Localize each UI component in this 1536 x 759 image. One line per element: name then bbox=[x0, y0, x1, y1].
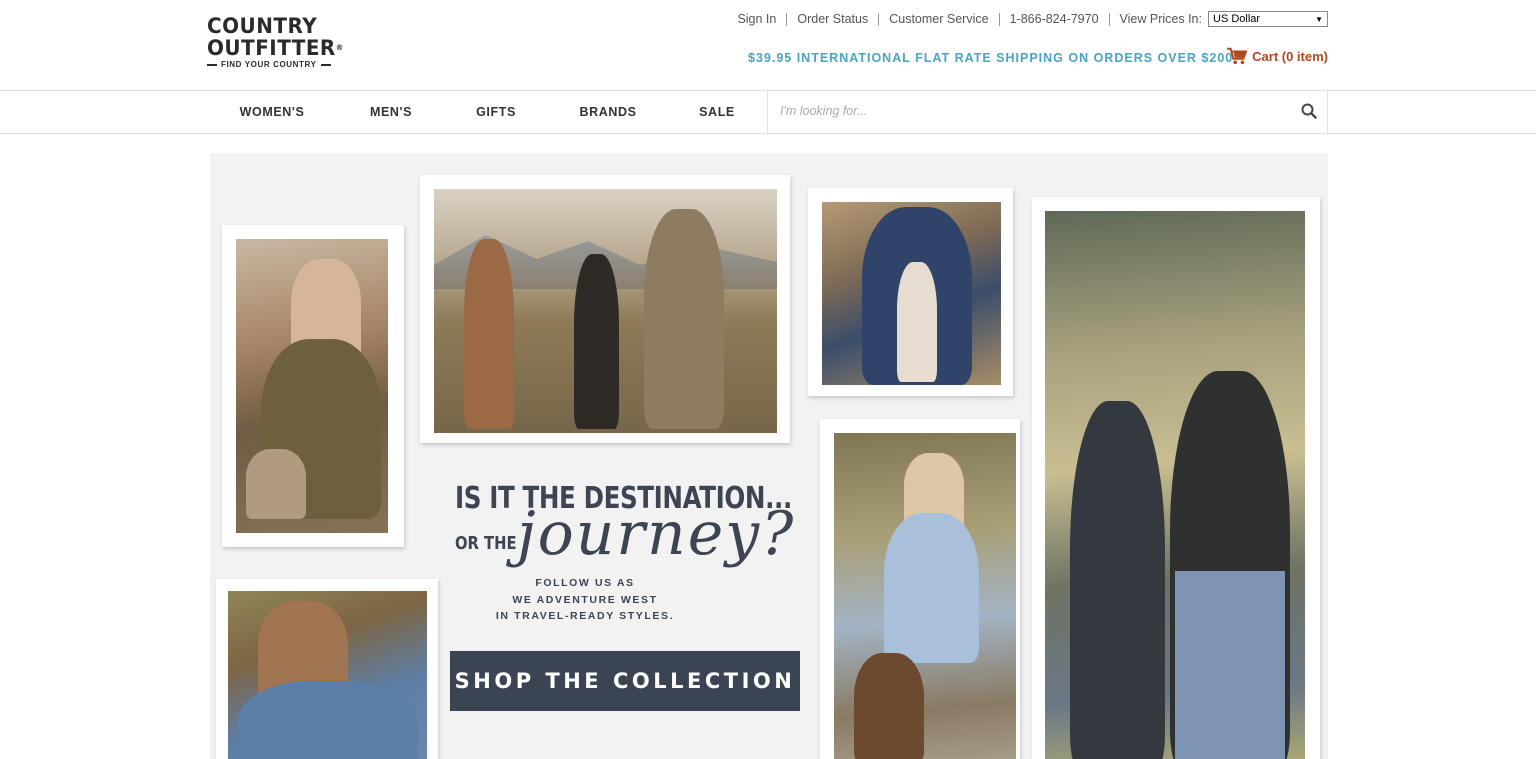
cart-label: Cart (0 item) bbox=[1252, 48, 1328, 64]
search-input[interactable] bbox=[768, 90, 1288, 132]
photo-group-hiking bbox=[434, 189, 777, 433]
sign-in-link[interactable]: Sign In bbox=[737, 12, 776, 26]
nav-item-mens[interactable]: MEN'S bbox=[336, 105, 446, 119]
photo-blue-dress bbox=[834, 433, 1016, 759]
photo-denim-jacket bbox=[822, 202, 1001, 385]
view-prices-label: View Prices In: bbox=[1119, 12, 1202, 26]
registered-mark: ® bbox=[335, 43, 344, 52]
hero-headline: IS IT THE DESTINATION... OR THE journey?… bbox=[455, 481, 795, 622]
photo-woman-sitting bbox=[236, 239, 388, 533]
customer-service-link[interactable]: Customer Service bbox=[889, 12, 988, 26]
photo-couple-walking bbox=[1045, 211, 1305, 759]
photo-man-in-car bbox=[228, 591, 427, 759]
cart-icon bbox=[1227, 47, 1248, 65]
shop-collection-button[interactable]: SHOP THE COLLECTION bbox=[450, 651, 800, 711]
nav-item-womens[interactable]: WOMEN'S bbox=[208, 105, 336, 119]
search-icon[interactable] bbox=[1301, 103, 1317, 119]
dropdown-arrow-icon: ▼ bbox=[1315, 14, 1323, 24]
main-nav: WOMEN'S MEN'S GIFTS BRANDS SALE bbox=[0, 90, 1536, 134]
site-logo[interactable]: COUNTRY OUTFITTER® FIND YOUR COUNTRY bbox=[207, 15, 347, 71]
photo-card-blue-dress[interactable] bbox=[820, 419, 1020, 759]
cart-link[interactable]: Cart (0 item) bbox=[1226, 47, 1328, 65]
currency-select[interactable]: US Dollar ▼ bbox=[1208, 11, 1328, 27]
headline-line-2: OR THE bbox=[455, 533, 517, 554]
photo-card-denim-jacket[interactable] bbox=[808, 188, 1013, 396]
utility-links: Sign In Order Status Customer Service 1-… bbox=[737, 11, 1328, 27]
headline-script: journey? bbox=[517, 499, 796, 569]
nav-item-sale[interactable]: SALE bbox=[670, 105, 764, 119]
photo-card-group-hiking[interactable] bbox=[420, 175, 790, 443]
search-bar bbox=[767, 90, 1328, 134]
logo-line-2: OUTFITTER® bbox=[207, 36, 344, 60]
shipping-promo[interactable]: $39.95 INTERNATIONAL FLAT RATE SHIPPING … bbox=[748, 51, 1233, 65]
site-header: COUNTRY OUTFITTER® FIND YOUR COUNTRY Sig… bbox=[0, 0, 1536, 90]
currency-value: US Dollar bbox=[1213, 13, 1261, 25]
nav-item-brands[interactable]: BRANDS bbox=[546, 105, 670, 119]
logo-tagline: FIND YOUR COUNTRY bbox=[207, 60, 337, 69]
hero-banner[interactable]: IS IT THE DESTINATION... OR THE journey?… bbox=[210, 153, 1328, 759]
nav-item-gifts[interactable]: GIFTS bbox=[446, 105, 546, 119]
photo-card-couple-walking[interactable] bbox=[1032, 197, 1320, 759]
order-status-link[interactable]: Order Status bbox=[797, 12, 868, 26]
hero-subtext: FOLLOW US AS WE ADVENTURE WEST IN TRAVEL… bbox=[495, 577, 675, 622]
phone-link[interactable]: 1-866-824-7970 bbox=[1010, 12, 1099, 26]
photo-card-woman-sitting[interactable] bbox=[222, 225, 404, 547]
photo-card-man-in-car[interactable] bbox=[216, 579, 438, 759]
logo-line-1: COUNTRY bbox=[207, 14, 318, 38]
